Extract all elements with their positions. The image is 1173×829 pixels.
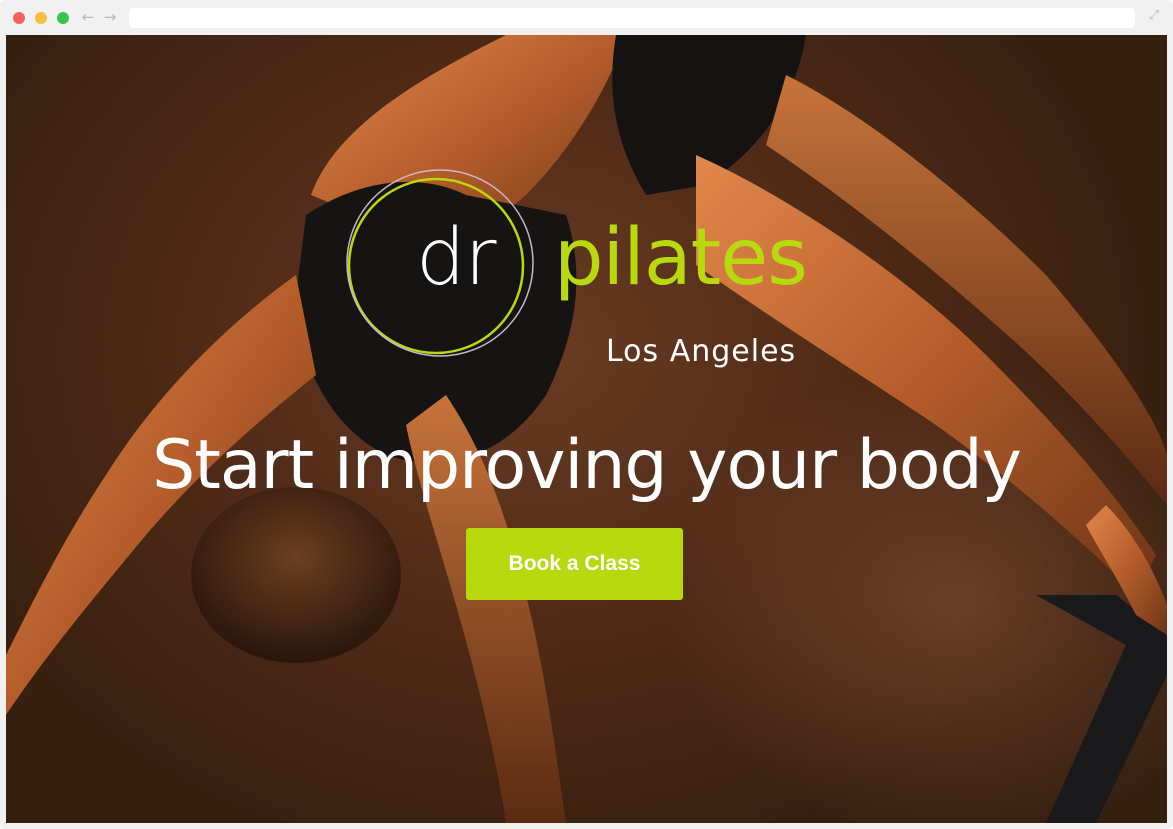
address-bar[interactable] [129,8,1135,28]
logo-location: Los Angeles [606,334,797,369]
page-viewport: dr pilates Los Angeles Start improving y… [6,35,1167,823]
book-class-button[interactable]: Book a Class [466,528,683,600]
logo-name: pilates [554,213,808,303]
expand-icon[interactable]: ⤢ [1147,9,1161,23]
logo-prefix: dr [416,213,497,303]
arrow-right-icon[interactable]: → [102,8,118,26]
arrow-left-icon[interactable]: ← [80,8,96,26]
close-window-button[interactable] [13,12,25,24]
browser-titlebar: ← → ⤢ [0,0,1173,35]
maximize-window-button[interactable] [57,12,69,24]
browser-window: ← → ⤢ dr pilates Los Angeles Start impro… [0,0,1173,829]
minimize-window-button[interactable] [35,12,47,24]
hero-headline: Start improving your body [152,426,1022,505]
